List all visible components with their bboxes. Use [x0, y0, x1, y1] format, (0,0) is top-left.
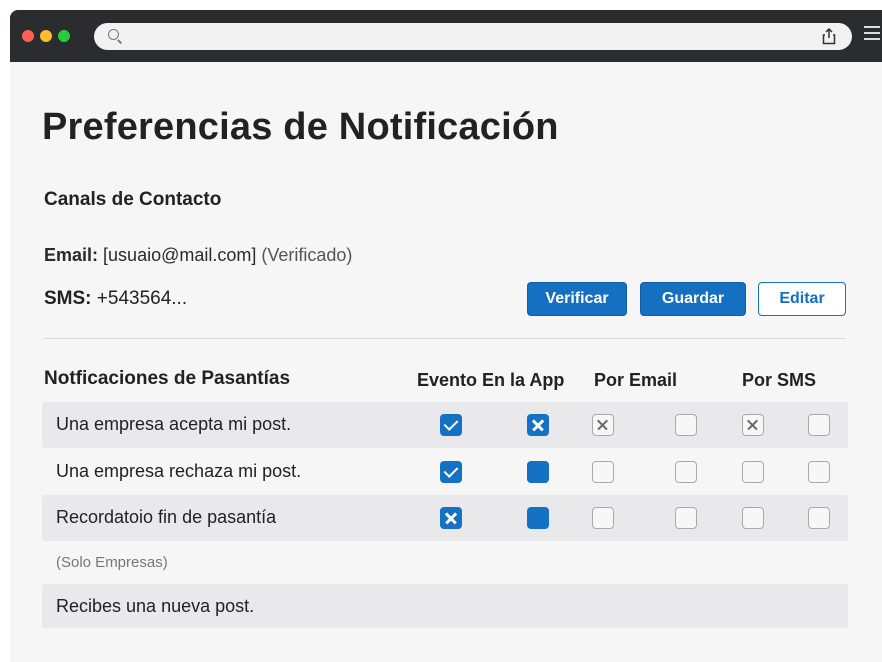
contact-section-title: Canals de Contacto	[44, 189, 222, 210]
checkbox-sms-a[interactable]	[742, 461, 764, 483]
minimize-window-button[interactable]	[40, 30, 52, 42]
section-divider	[44, 338, 846, 339]
checkbox-app[interactable]	[527, 414, 549, 436]
sms-value: +543564...	[96, 288, 188, 309]
email-status: (Verificado)	[261, 245, 353, 265]
address-bar[interactable]	[94, 23, 852, 50]
share-icon[interactable]	[822, 28, 836, 45]
column-header-evento-app: Evento En la App	[417, 370, 564, 391]
checkbox-email-b[interactable]	[675, 461, 697, 483]
checkbox-evento[interactable]	[440, 461, 462, 483]
email-value: [usuaio@mail.com]	[103, 245, 257, 265]
notifications-section-title: Notficaciones de Pasantías	[44, 368, 291, 389]
menu-icon[interactable]	[864, 26, 882, 44]
row-label: Una empresa acepta mi post.	[56, 414, 292, 434]
checkbox-app[interactable]	[527, 461, 549, 483]
checkbox-sms-b[interactable]	[808, 414, 830, 436]
table-row: Recordatoio fin de pasantía	[42, 495, 848, 541]
checkbox-app[interactable]	[527, 507, 549, 529]
sms-label: SMS:	[44, 288, 92, 309]
checkbox-sms-a[interactable]	[742, 414, 764, 436]
save-button[interactable]: Guardar	[640, 282, 746, 316]
table-row: Una empresa acepta mi post.	[42, 402, 848, 448]
checkbox-sms-b[interactable]	[808, 507, 830, 529]
row-label: Una empresa rechaza mi post.	[56, 461, 302, 481]
checkbox-evento[interactable]	[440, 507, 462, 529]
companies-only-note: (Solo Empresas)	[56, 554, 168, 571]
checkbox-sms-b[interactable]	[808, 461, 830, 483]
column-header-evento: Evento	[417, 370, 478, 390]
checkbox-email-a[interactable]	[592, 461, 614, 483]
search-icon	[108, 29, 119, 40]
column-header-app: En la App	[482, 370, 565, 390]
checkbox-email-b[interactable]	[675, 507, 697, 529]
verify-button[interactable]: Verificar	[527, 282, 627, 316]
checkbox-sms-a[interactable]	[742, 507, 764, 529]
browser-toolbar	[10, 10, 882, 62]
checkbox-email-b[interactable]	[675, 414, 697, 436]
sms-line: SMS: +543564...	[44, 288, 187, 310]
maximize-window-button[interactable]	[58, 30, 70, 42]
close-window-button[interactable]	[22, 30, 34, 42]
row-label: Recibes una nueva post.	[56, 596, 255, 616]
checkbox-email-a[interactable]	[592, 414, 614, 436]
page-title: Preferencias de Notificación	[42, 106, 559, 148]
column-header-email: Por Email	[594, 370, 678, 390]
table-row: Una empresa rechaza mi post.	[42, 449, 848, 495]
page-content: Preferencias de Notificación Canals de C…	[10, 62, 882, 662]
row-label: Recordatoio fin de pasantía	[56, 507, 277, 527]
column-header-sms: Por SMS	[742, 370, 817, 390]
email-line: Email: [usuaio@mail.com] (Verificado)	[44, 245, 352, 266]
email-label: Email:	[44, 245, 99, 265]
checkbox-evento[interactable]	[440, 414, 462, 436]
checkbox-email-a[interactable]	[592, 507, 614, 529]
edit-button[interactable]: Editar	[758, 282, 846, 316]
table-row: Recibes una nueva post.	[42, 584, 848, 628]
